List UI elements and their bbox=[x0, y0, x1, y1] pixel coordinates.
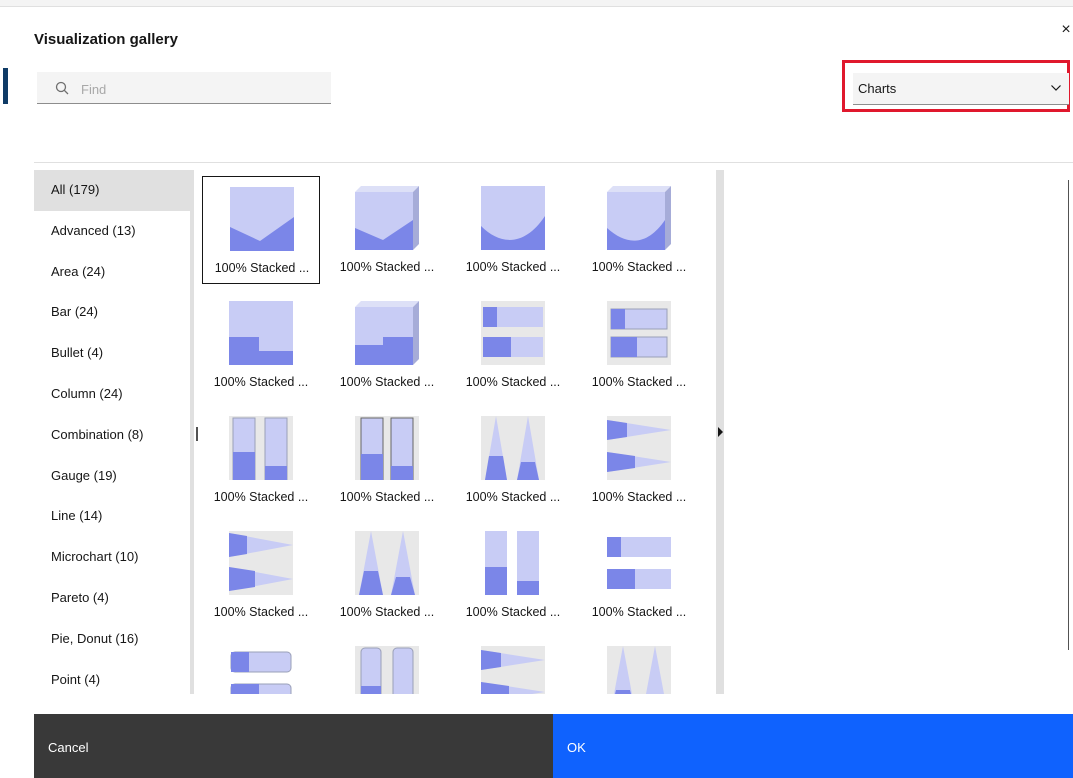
visualization-tile[interactable]: 100% Stacked ... bbox=[454, 291, 572, 399]
background-nav-accent bbox=[3, 68, 8, 104]
visualization-tile-label: 100% Stacked ... bbox=[213, 490, 309, 504]
visualization-tile[interactable]: 100% Stacked ... bbox=[328, 291, 446, 399]
search-field[interactable] bbox=[37, 72, 331, 104]
visualization-tile-label: 100% Stacked ... bbox=[339, 375, 435, 389]
select-value: Charts bbox=[858, 81, 897, 96]
cancel-button[interactable]: Cancel bbox=[34, 714, 553, 778]
visualization-tile[interactable]: 100% Stacked ... bbox=[202, 406, 320, 514]
visualization-tile-label: 100% Stacked ... bbox=[214, 261, 310, 275]
category-item[interactable]: Combination (8) bbox=[34, 414, 190, 456]
visualization-tile-label: 100% Stacked ... bbox=[591, 605, 687, 619]
area-step-3d-icon bbox=[355, 301, 419, 365]
search-icon bbox=[55, 81, 69, 95]
dialog-title: Visualization gallery bbox=[34, 31, 178, 48]
ok-button[interactable]: OK bbox=[553, 714, 1073, 778]
search-input[interactable] bbox=[79, 78, 323, 100]
category-item[interactable]: Area (24) bbox=[34, 251, 190, 293]
visualization-tile-label: 100% Stacked ... bbox=[213, 375, 309, 389]
pyramid-column-icon bbox=[607, 646, 671, 694]
column-stacked-icon bbox=[229, 416, 293, 480]
visualization-tile[interactable]: 100% Stacked ... bbox=[202, 521, 320, 629]
chevron-down-icon bbox=[1051, 85, 1061, 91]
visualization-tile-label: 100% Stacked ... bbox=[591, 260, 687, 274]
category-item[interactable]: Gauge (19) bbox=[34, 455, 190, 497]
pane-resize-handle[interactable] bbox=[196, 427, 198, 441]
category-item[interactable]: Bullet (4) bbox=[34, 333, 190, 374]
visualization-tile-label: 100% Stacked ... bbox=[339, 605, 435, 619]
visualization-tile-label: 100% Stacked ... bbox=[213, 605, 309, 619]
visualization-gallery-dialog: Visualization gallery × Charts All (179)… bbox=[34, 7, 1073, 778]
cylinder-column-3d-icon bbox=[355, 646, 419, 694]
visualization-tile-label: 100% Stacked ... bbox=[339, 490, 435, 504]
visualization-tile[interactable]: 100% Stacked ... bbox=[580, 406, 698, 514]
area-stacked-3d-icon bbox=[355, 186, 419, 250]
category-scrollbar[interactable] bbox=[190, 170, 194, 694]
visualization-tile-label: 100% Stacked ... bbox=[591, 375, 687, 389]
category-item[interactable]: All (179) bbox=[34, 170, 190, 211]
preview-pane-scrollbar[interactable] bbox=[1068, 180, 1069, 650]
category-item[interactable]: Column (24) bbox=[34, 373, 190, 415]
visualization-tile[interactable]: 100% Stacked ... bbox=[580, 176, 698, 284]
category-item[interactable]: Pareto (4) bbox=[34, 577, 190, 619]
visualization-tile[interactable]: 100% Stacked ... bbox=[328, 521, 446, 629]
area-smooth-icon bbox=[481, 186, 545, 250]
cylinder-column-icon bbox=[481, 531, 545, 595]
visualization-tile[interactable]: 100% Stacked ... bbox=[328, 176, 446, 284]
visualization-tile[interactable]: 100% Stacked ... bbox=[454, 406, 572, 514]
visualization-tile[interactable]: 100% Stacked ... bbox=[454, 176, 572, 284]
visualization-tile[interactable] bbox=[454, 636, 572, 694]
visualization-tile[interactable]: 100% Stacked ... bbox=[580, 291, 698, 399]
category-list: All (179) Advanced (13) Area (24) Bar (24) B… bbox=[34, 170, 190, 694]
visualization-tile-label: 100% Stacked ... bbox=[339, 260, 435, 274]
column-stacked-3d-icon bbox=[355, 416, 419, 480]
category-item[interactable]: Point (4) bbox=[34, 659, 190, 694]
category-item[interactable]: Microchart (10) bbox=[34, 537, 190, 578]
visualization-tile-label: 100% Stacked ... bbox=[465, 605, 561, 619]
cylinder-bar-icon bbox=[607, 531, 671, 595]
cone-bar-3d-icon bbox=[229, 531, 293, 595]
category-item[interactable]: Pie, Donut (16) bbox=[34, 618, 190, 660]
visualization-tile[interactable]: 100% Stacked ... bbox=[580, 521, 698, 629]
visualization-tile[interactable]: 100% Stacked ... bbox=[202, 176, 320, 284]
background-app-strip bbox=[0, 0, 1073, 7]
bar-stacked-3d-icon bbox=[607, 301, 671, 365]
cone-column-3d-icon bbox=[355, 531, 419, 595]
ok-label: OK bbox=[567, 740, 586, 755]
cancel-label: Cancel bbox=[48, 740, 89, 755]
expand-preview-icon[interactable] bbox=[718, 427, 723, 437]
pyramid-bar-icon bbox=[481, 646, 545, 694]
cone-column-icon bbox=[481, 416, 545, 480]
area-stacked-icon bbox=[230, 187, 294, 251]
cylinder-bar-3d-icon bbox=[229, 646, 293, 694]
visualization-tile-label: 100% Stacked ... bbox=[465, 375, 561, 389]
visualization-tile-label: 100% Stacked ... bbox=[465, 490, 561, 504]
visualization-tile[interactable] bbox=[580, 636, 698, 694]
visualization-tile[interactable]: 100% Stacked ... bbox=[328, 406, 446, 514]
bar-stacked-icon bbox=[481, 301, 545, 365]
area-smooth-3d-icon bbox=[607, 186, 671, 250]
visualization-tile[interactable]: 100% Stacked ... bbox=[454, 521, 572, 629]
visualization-grid: 100% Stacked ... 100% Stacked ... 100% Sta… bbox=[200, 170, 714, 694]
visualization-tile[interactable] bbox=[328, 636, 446, 694]
category-item[interactable]: Bar (24) bbox=[34, 292, 190, 334]
category-item[interactable]: Advanced (13) bbox=[34, 210, 190, 252]
close-icon[interactable]: × bbox=[1059, 21, 1073, 39]
cone-bar-icon bbox=[607, 416, 671, 480]
header-divider bbox=[34, 162, 1073, 163]
category-item[interactable]: Line (14) bbox=[34, 496, 190, 538]
area-step-icon bbox=[229, 301, 293, 365]
visualization-tile-label: 100% Stacked ... bbox=[591, 490, 687, 504]
visualization-tile-label: 100% Stacked ... bbox=[465, 260, 561, 274]
visualization-type-select[interactable]: Charts bbox=[853, 73, 1069, 105]
visualization-tile[interactable]: 100% Stacked ... bbox=[202, 291, 320, 399]
visualization-tile[interactable] bbox=[202, 636, 320, 694]
